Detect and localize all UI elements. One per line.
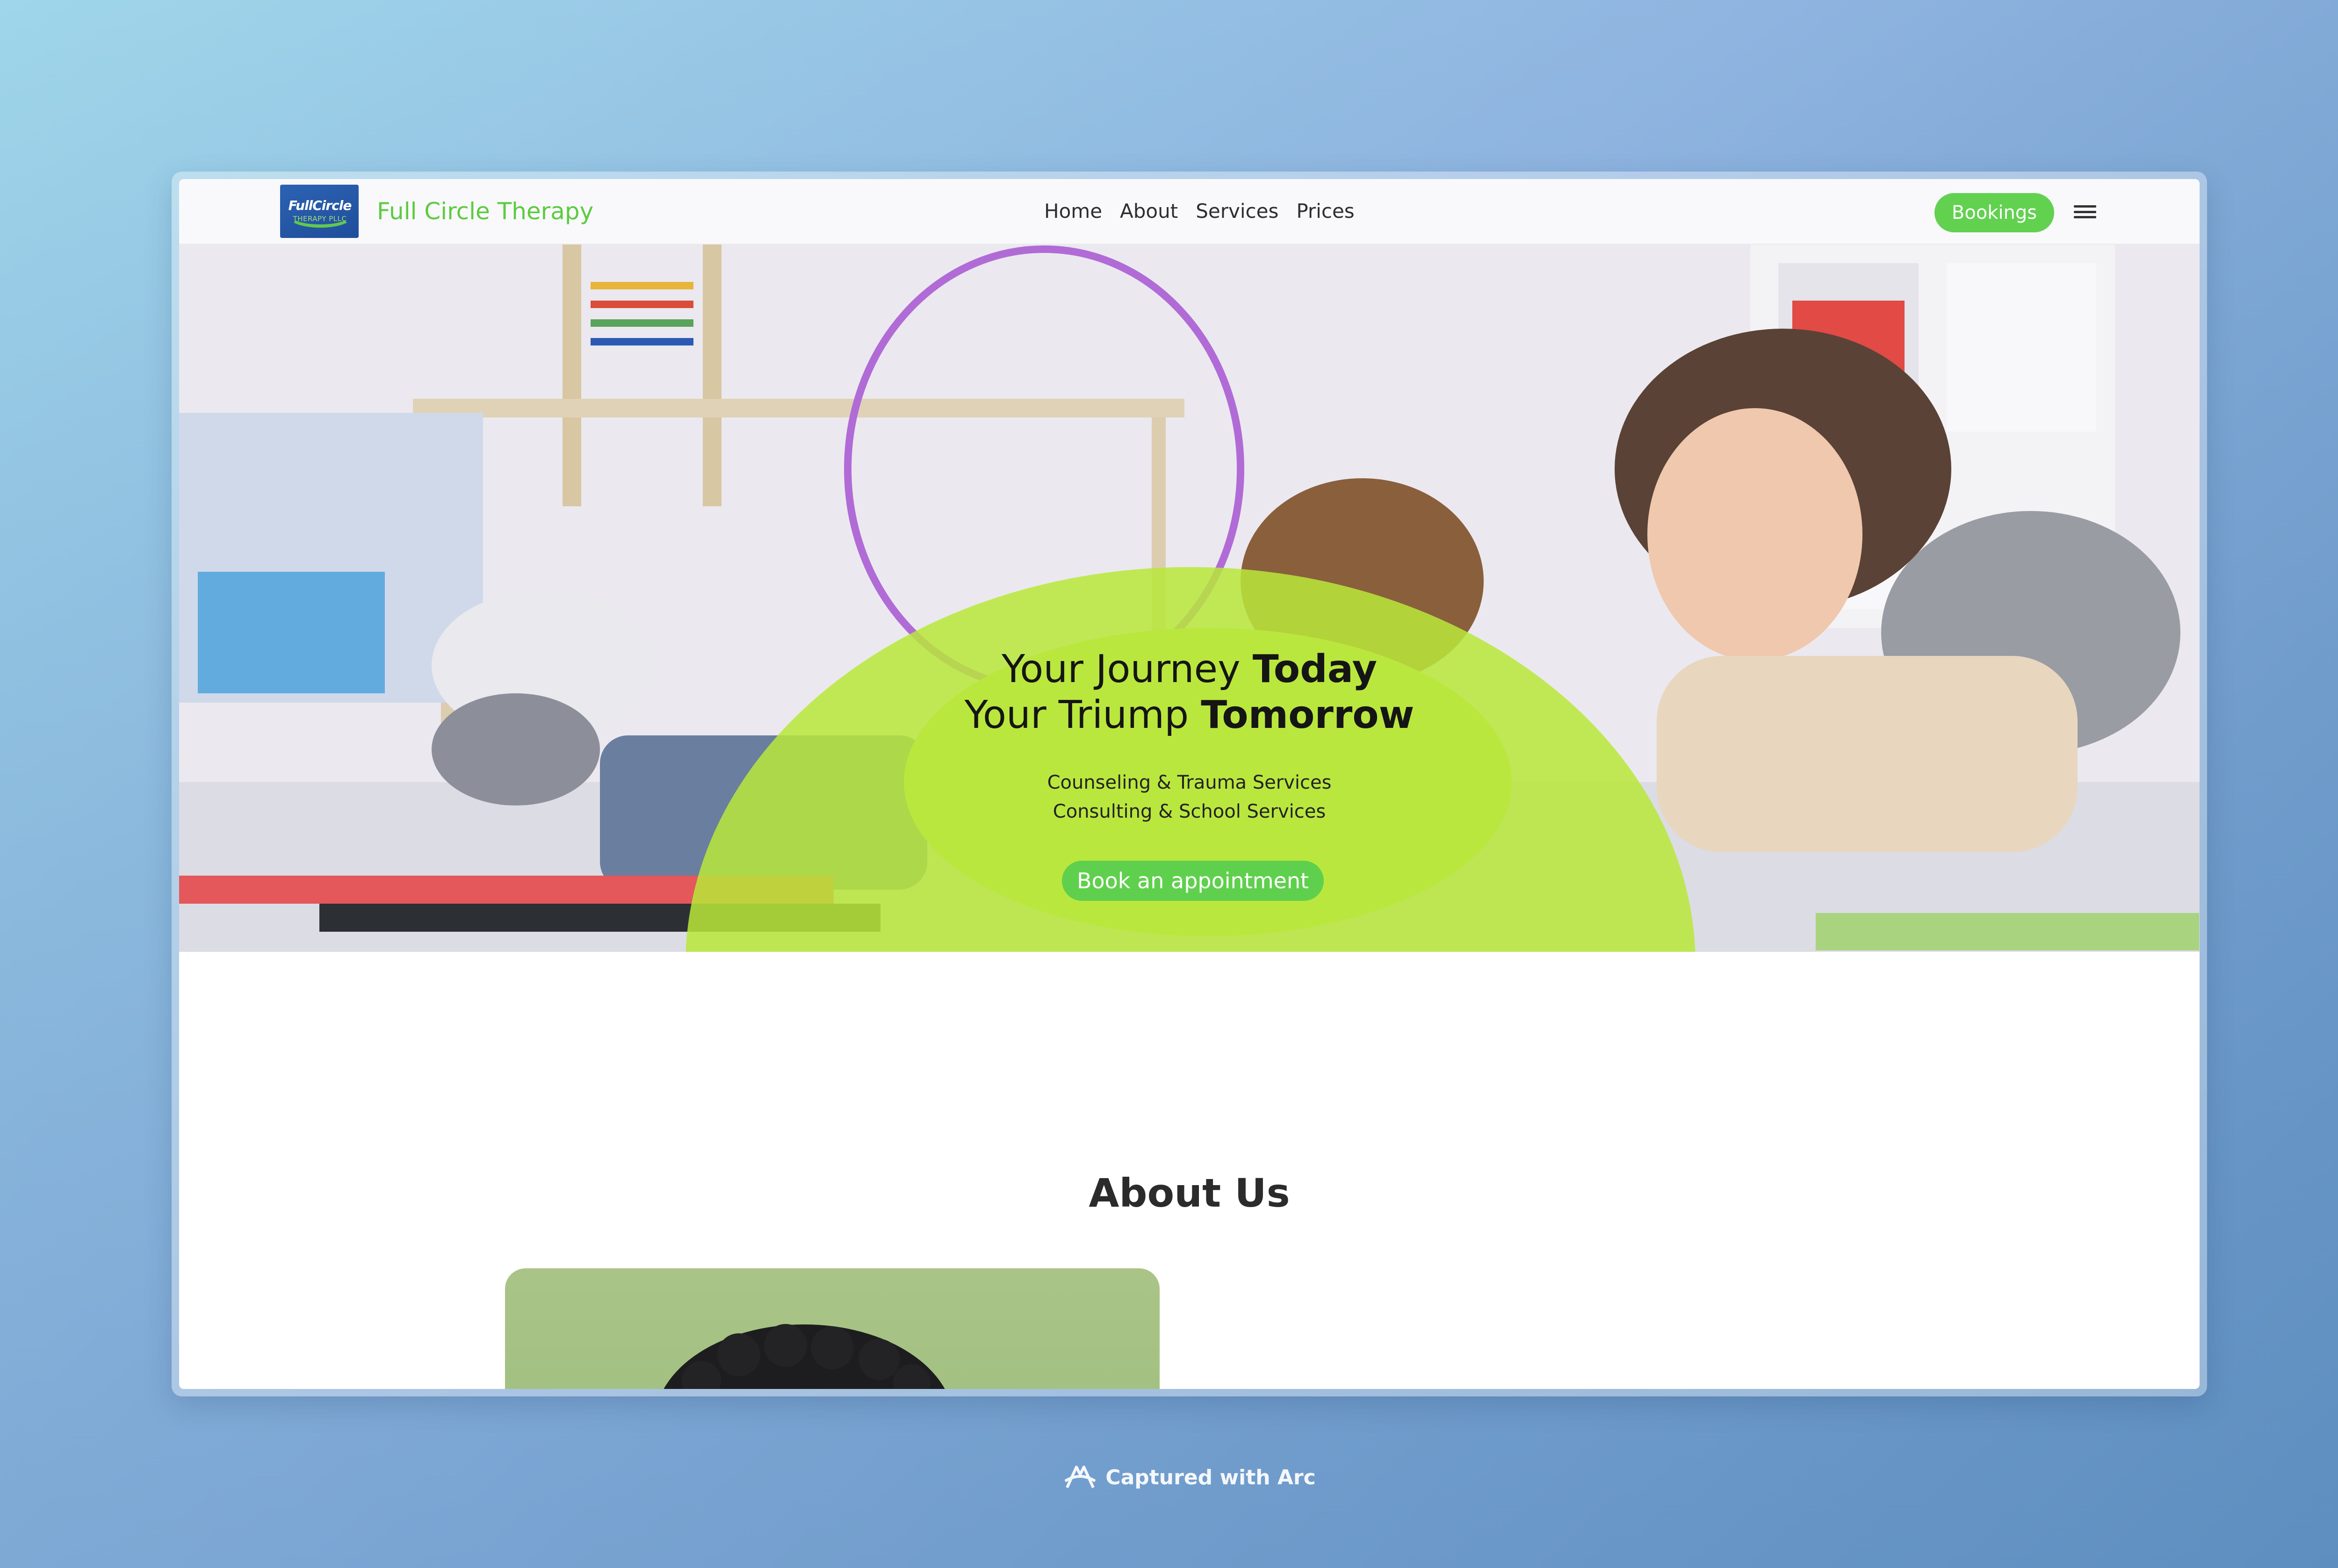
hamburger-line — [2074, 216, 2096, 218]
hero-subtitle-line1: Counseling & Trauma Services — [1047, 772, 1332, 793]
hero-subtitle: Counseling & Trauma Services Consulting … — [179, 768, 2200, 826]
logo-text: FullCircle — [288, 198, 352, 213]
capture-caption: Captured with Arc — [0, 1463, 2338, 1491]
nav-link-home[interactable]: Home — [1044, 200, 1102, 223]
hamburger-line — [2074, 205, 2096, 208]
hero-title-line2-bold: Tomorrow — [1201, 693, 1414, 737]
site-header: FullCircle THERAPY PLLC Full Circle Ther… — [179, 179, 2200, 245]
hero-title-line2-regular: Your Triump — [964, 693, 1201, 737]
arc-logo-icon — [1064, 1466, 1096, 1489]
about-photo-image — [664, 1324, 945, 1389]
hamburger-menu-icon[interactable] — [2073, 202, 2097, 221]
caption-text: Captured with Arc — [1105, 1465, 1316, 1489]
hero-title-line1-bold: Today — [1252, 647, 1378, 691]
nav-link-about[interactable]: About — [1120, 200, 1178, 223]
nav-link-prices[interactable]: Prices — [1296, 200, 1354, 223]
hamburger-line — [2074, 210, 2096, 213]
brand-name[interactable]: Full Circle Therapy — [377, 198, 593, 225]
book-appointment-button[interactable]: Book an appointment — [1062, 861, 1324, 901]
main-menu: Home About Services Prices — [1044, 200, 1355, 223]
hero-subtitle-line2: Consulting & School Services — [1053, 801, 1326, 822]
logo-subtext: THERAPY PLLC — [293, 215, 347, 223]
bookings-button[interactable]: Bookings — [1934, 193, 2054, 232]
about-heading: About Us — [1089, 1170, 1290, 1216]
nav-link-services[interactable]: Services — [1196, 200, 1278, 223]
company-logo[interactable]: FullCircle THERAPY PLLC — [280, 185, 359, 238]
hero-section: Your Journey Today Your Triump Tomorrow … — [179, 245, 2200, 952]
hero-title-line1-regular: Your Journey — [1001, 647, 1253, 691]
about-photo — [505, 1268, 1160, 1389]
hero-headline: Your Journey Today Your Triump Tomorrow — [179, 647, 2200, 738]
browser-window: FullCircle THERAPY PLLC Full Circle Ther… — [179, 179, 2200, 1389]
